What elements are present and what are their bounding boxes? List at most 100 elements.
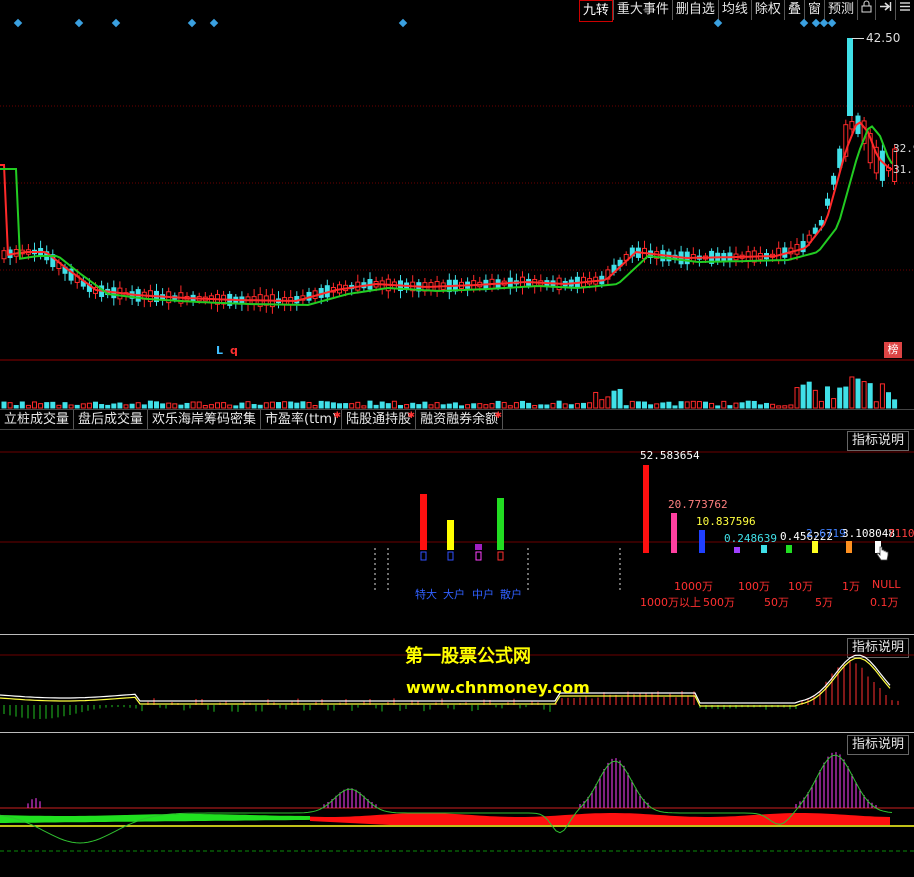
bang-badge[interactable]: 榜: [884, 342, 902, 358]
range-bar: [761, 545, 767, 553]
volume-bar: [507, 405, 513, 409]
volume-bar: [86, 402, 92, 409]
group-label-super: 特大: [415, 588, 437, 601]
range-bar: [846, 541, 852, 553]
volume-bar: [867, 383, 873, 409]
trend-indicator: [0, 752, 914, 852]
candle-body: [825, 198, 830, 206]
volume-bar: [703, 401, 708, 409]
range-bar: [643, 465, 649, 553]
volume-bar: [727, 405, 733, 409]
volume-bar: [373, 404, 379, 409]
volume-bar: [300, 401, 306, 409]
volume-bar: [379, 401, 385, 409]
event-diamond: [209, 18, 219, 28]
range-label-5w: 5万: [815, 596, 833, 609]
range-bar: [699, 530, 705, 553]
volume-bar: [50, 401, 56, 409]
volume-bar: [855, 378, 861, 409]
volume-bar: [190, 401, 196, 409]
candlestick-chart[interactable]: [0, 0, 914, 410]
volume-bar: [788, 404, 794, 409]
candle-body: [847, 38, 853, 116]
tab-northbound-holdings[interactable]: 陆股通持股 ✱: [342, 410, 417, 429]
tab-pe-ttm[interactable]: 市盈率(ttm) ✱: [261, 410, 343, 429]
volume-bar: [135, 402, 141, 409]
price-high-label: 42.50: [866, 31, 901, 45]
range-label-above-1000w: 1000万以上: [640, 596, 701, 609]
volume-bar: [654, 403, 660, 409]
volume-bar: [696, 401, 702, 409]
trend-line: [0, 754, 893, 844]
volume-bar: [38, 403, 44, 409]
volume-bar: [141, 404, 147, 409]
volume-bar: [843, 386, 849, 409]
range-label-1000w: 1000万: [674, 580, 713, 593]
volume-bar: [849, 376, 855, 409]
event-diamond: [111, 18, 121, 28]
event-diamond: [819, 18, 829, 28]
volume-bar: [812, 389, 818, 409]
volume-bar: [111, 403, 117, 409]
volume-bar: [215, 402, 220, 409]
tab-margin-balance[interactable]: 融资融券余额 ✱: [416, 410, 504, 429]
volume-bar: [355, 401, 361, 409]
volume-bar: [160, 403, 166, 409]
volume-bar: [391, 400, 397, 409]
volume-bar: [873, 401, 879, 409]
volume-bar: [318, 400, 324, 409]
volume-bar: [245, 401, 251, 409]
volume-bar: [440, 404, 446, 409]
volume-bar: [818, 400, 824, 409]
volume-bar: [599, 399, 605, 409]
star-icon: ✱: [407, 411, 416, 421]
volume-bar: [892, 399, 898, 409]
volume-bar: [776, 405, 782, 409]
red-band: [310, 813, 890, 825]
tab-volume-pile[interactable]: 立桩成交量: [0, 410, 75, 429]
volume-bar: [513, 402, 519, 409]
value-label-2: 20.773762: [668, 498, 728, 511]
volume-bar: [635, 401, 641, 409]
candle-body: [849, 121, 855, 130]
volume-bar: [385, 403, 391, 409]
volume-bar: [123, 404, 129, 409]
event-diamond: [811, 18, 821, 28]
volume-bar: [483, 404, 489, 409]
volume-bar: [757, 404, 763, 409]
group-marker: [497, 551, 504, 561]
volume-bar: [629, 400, 635, 409]
value-label-1: 52.583654: [640, 449, 700, 462]
tab-label: 立桩成交量: [4, 412, 70, 427]
group-marker: [475, 551, 482, 561]
volume-bar: [99, 404, 105, 409]
event-markers: [13, 18, 837, 28]
tab-label: 盘后成交量: [78, 412, 144, 427]
marker-q: q: [230, 344, 238, 357]
volume-bar: [465, 404, 471, 409]
main-grid: [0, 105, 914, 271]
volume-bar: [129, 403, 135, 409]
tab-chip-density[interactable]: 欢乐海岸筹码密集: [148, 410, 262, 429]
volume-bar: [538, 404, 544, 409]
volume-bar: [312, 405, 318, 409]
range-label-null: NULL: [872, 578, 901, 591]
tab-label: 欢乐海岸筹码密集: [152, 412, 257, 427]
volume-bar: [446, 403, 452, 409]
event-diamond: [187, 18, 197, 28]
volume-bar: [221, 402, 227, 409]
range-label-500w: 500万: [703, 596, 735, 609]
volume-bar: [642, 401, 647, 409]
volume-bar: [794, 387, 800, 409]
star-icon: ✱: [333, 411, 342, 421]
value-label-3: 10.837596: [696, 515, 756, 528]
volume-bar: [568, 404, 574, 409]
value-label-6: 2.6719: [806, 527, 846, 540]
tab-after-hours-volume[interactable]: 盘后成交量: [74, 410, 149, 429]
group-bar: [497, 498, 504, 550]
volume-bar: [306, 401, 312, 409]
volume-bar: [19, 401, 25, 409]
volume-bar: [751, 400, 757, 409]
range-label-0-1w: 0.1万: [870, 596, 899, 609]
watermark-title: 第一股票公式网: [405, 646, 531, 667]
